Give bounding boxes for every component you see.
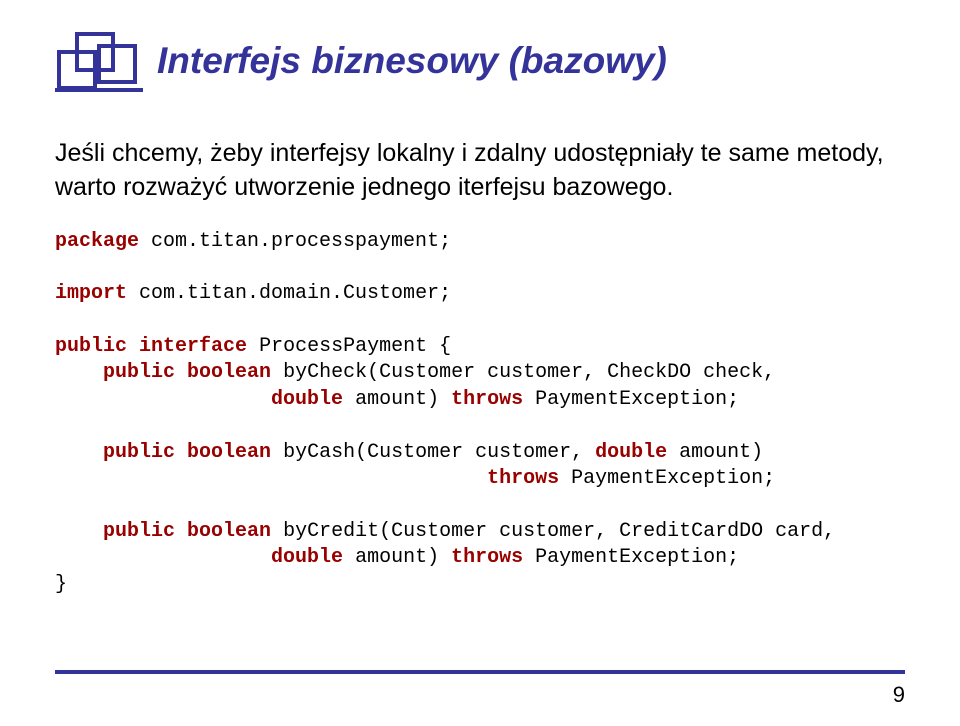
keyword-package: package	[55, 230, 139, 253]
code-text: amount)	[667, 441, 763, 464]
code-text: ProcessPayment {	[247, 335, 451, 358]
keyword-public: public	[103, 361, 175, 384]
intro-paragraph: Jeśli chcemy, żeby interfejsy lokalny i …	[55, 137, 905, 205]
keyword-import: import	[55, 282, 127, 305]
keyword-boolean: boolean	[187, 361, 271, 384]
code-text: PaymentException;	[523, 546, 739, 569]
keyword-double: double	[271, 388, 343, 411]
page-number: 9	[893, 682, 905, 708]
keyword-public: public	[103, 520, 175, 543]
code-text	[55, 467, 487, 490]
code-text: com.titan.domain.Customer;	[127, 282, 451, 305]
keyword-boolean: boolean	[187, 441, 271, 464]
keyword-interface: interface	[139, 335, 247, 358]
code-text: amount)	[343, 546, 451, 569]
code-text: byCash(Customer customer,	[271, 441, 595, 464]
code-text	[55, 546, 271, 569]
keyword-public: public	[103, 441, 175, 464]
logo-icon	[55, 30, 143, 92]
keyword-double: double	[595, 441, 667, 464]
code-text: byCheck(Customer customer, CheckDO check…	[271, 361, 775, 384]
keyword-throws: throws	[451, 546, 523, 569]
code-text	[55, 388, 271, 411]
code-text: PaymentException;	[523, 388, 739, 411]
keyword-double: double	[271, 546, 343, 569]
slide-header: Interfejs biznesowy (bazowy)	[55, 30, 905, 92]
footer-divider	[55, 670, 905, 674]
keyword-public: public	[55, 335, 127, 358]
keyword-throws: throws	[451, 388, 523, 411]
keyword-boolean: boolean	[187, 520, 271, 543]
code-text: byCredit(Customer customer, CreditCardDO…	[271, 520, 835, 543]
code-text: }	[55, 573, 67, 596]
code-listing: package com.titan.processpayment; import…	[55, 229, 905, 598]
code-text: com.titan.processpayment;	[139, 230, 451, 253]
slide-title: Interfejs biznesowy (bazowy)	[157, 40, 667, 82]
code-text: PaymentException;	[559, 467, 775, 490]
keyword-throws: throws	[487, 467, 559, 490]
code-text: amount)	[343, 388, 451, 411]
